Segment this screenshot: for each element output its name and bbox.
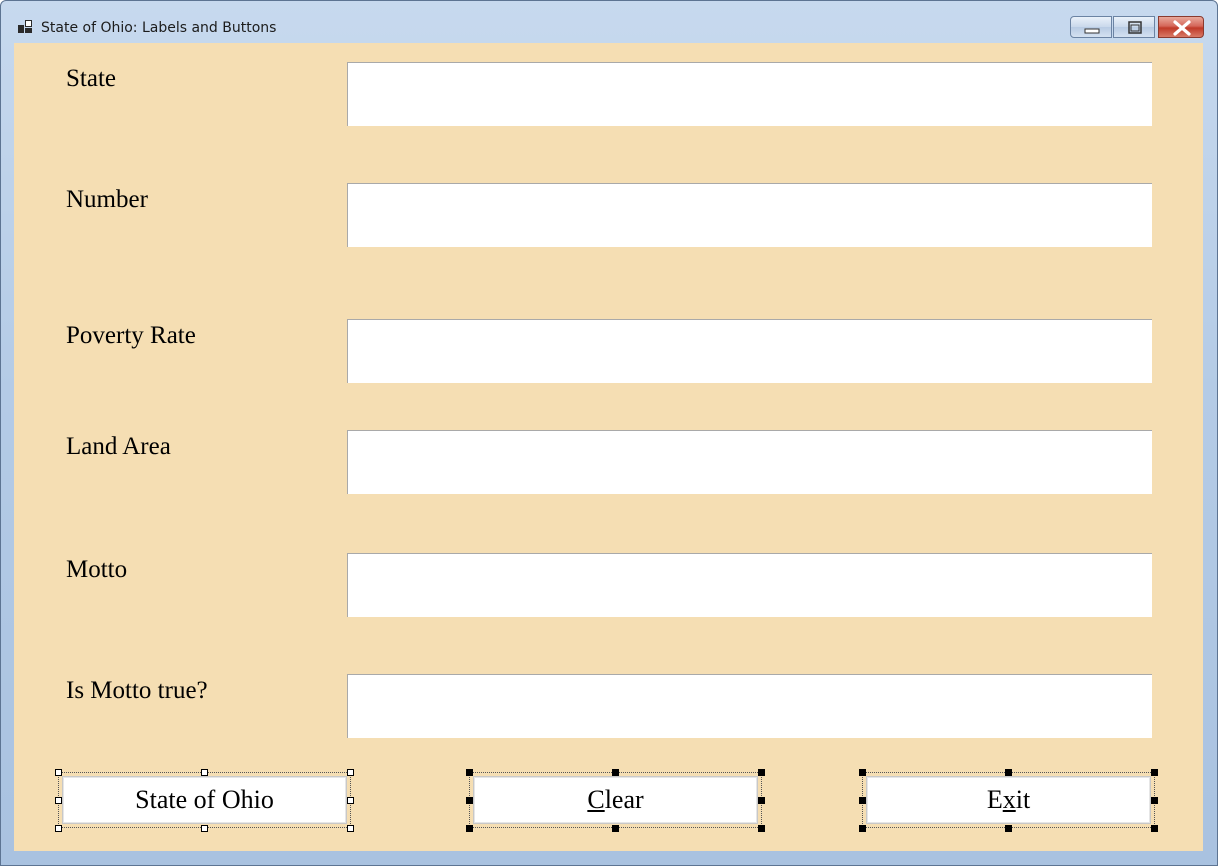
resize-handle[interactable] (859, 769, 866, 776)
resize-handle[interactable] (612, 769, 619, 776)
resize-handle[interactable] (347, 825, 354, 832)
resize-handle[interactable] (859, 797, 866, 804)
clear-button-label: Clear (587, 785, 644, 814)
window-title: State of Ohio: Labels and Buttons (41, 20, 277, 36)
is-motto-true-textbox[interactable] (347, 674, 1152, 738)
clear-button[interactable]: Clear (473, 776, 758, 824)
label-poverty-rate: Poverty Rate (66, 322, 196, 349)
label-state: State (66, 65, 116, 92)
clear-button-selection: Clear (466, 769, 765, 832)
resize-handle[interactable] (347, 769, 354, 776)
resize-handle[interactable] (758, 797, 765, 804)
resize-handle[interactable] (1005, 825, 1012, 832)
minimize-button[interactable] (1070, 16, 1112, 38)
resize-handle[interactable] (758, 825, 765, 832)
maximize-icon (1128, 21, 1142, 34)
label-is-motto-true: Is Motto true? (66, 677, 208, 704)
state-of-ohio-button-selection: State of Ohio (55, 769, 354, 832)
form-client-area: State Number Poverty Rate Land Area Mott… (14, 43, 1203, 851)
title-bar[interactable]: State of Ohio: Labels and Buttons (1, 1, 1217, 43)
window-controls (1070, 16, 1204, 40)
resize-handle[interactable] (758, 769, 765, 776)
app-icon (17, 19, 33, 35)
state-of-ohio-button[interactable]: State of Ohio (62, 776, 347, 824)
resize-handle[interactable] (55, 769, 62, 776)
land-area-textbox[interactable] (347, 430, 1152, 494)
state-textbox[interactable] (347, 62, 1152, 126)
resize-handle[interactable] (466, 825, 473, 832)
resize-handle[interactable] (201, 769, 208, 776)
close-icon (1173, 20, 1191, 36)
resize-handle[interactable] (201, 825, 208, 832)
app-window: State of Ohio: Labels and Buttons State … (0, 0, 1218, 866)
resize-handle[interactable] (55, 797, 62, 804)
motto-textbox[interactable] (347, 553, 1152, 617)
state-of-ohio-button-label: State of Ohio (135, 785, 274, 814)
minimize-icon (1084, 28, 1100, 34)
resize-handle[interactable] (466, 769, 473, 776)
exit-button[interactable]: Exit (866, 776, 1151, 824)
resize-handle[interactable] (1151, 769, 1158, 776)
label-land-area: Land Area (66, 433, 171, 460)
resize-handle[interactable] (1151, 825, 1158, 832)
resize-handle[interactable] (1005, 769, 1012, 776)
label-motto: Motto (66, 556, 128, 583)
exit-button-label: Exit (986, 785, 1031, 814)
poverty-rate-textbox[interactable] (347, 319, 1152, 383)
exit-button-selection: Exit (859, 769, 1158, 832)
resize-handle[interactable] (347, 797, 354, 804)
close-button[interactable] (1158, 16, 1204, 38)
maximize-button[interactable] (1113, 16, 1155, 38)
resize-handle[interactable] (1151, 797, 1158, 804)
resize-handle[interactable] (612, 825, 619, 832)
number-textbox[interactable] (347, 183, 1152, 247)
resize-handle[interactable] (55, 825, 62, 832)
label-number: Number (66, 186, 148, 213)
resize-handle[interactable] (466, 797, 473, 804)
resize-handle[interactable] (859, 825, 866, 832)
